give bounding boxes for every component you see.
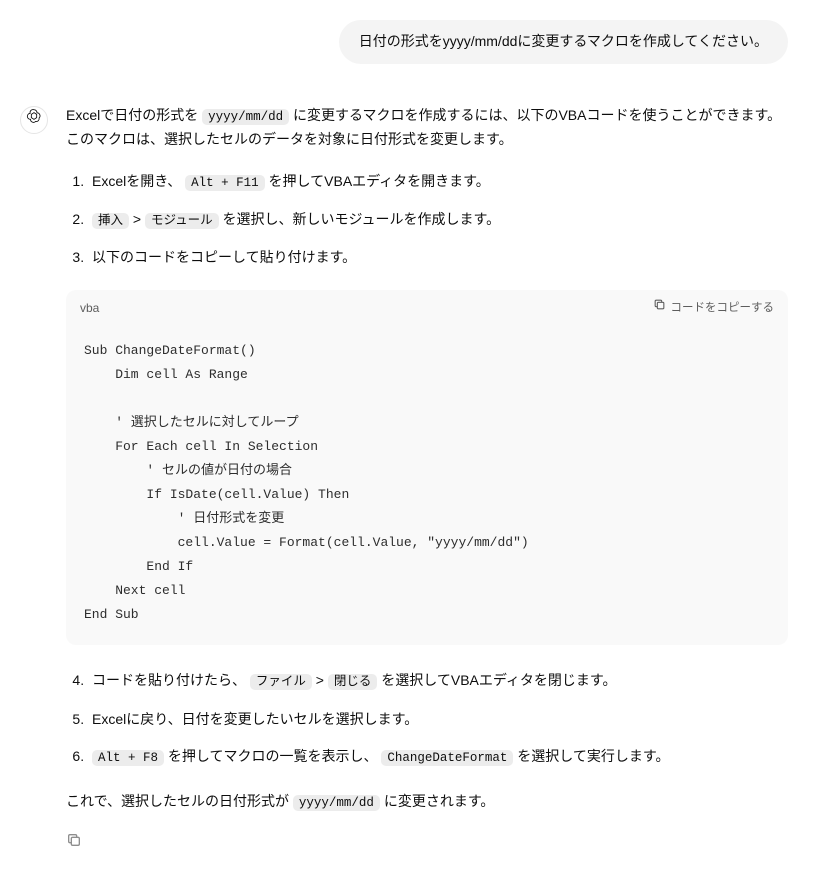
inline-code: 挿入 — [92, 213, 129, 229]
user-message-text: 日付の形式をyyyy/mm/ddに変更するマクロを作成してください。 — [359, 33, 768, 49]
list-item: 挿入 > モジュール を選択し、新しいモジュールを作成します。 — [88, 208, 788, 232]
text: を選択してVBAエディタを閉じます。 — [377, 672, 616, 688]
text: コードを貼り付けたら、 — [92, 672, 250, 688]
list-item: 以下のコードをコピーして貼り付けます。 — [88, 246, 788, 270]
text: Excelに戻り、日付を変更したいセルを選択します。 — [92, 711, 418, 727]
code-language-label: vba — [80, 298, 99, 318]
inline-code: 閉じる — [328, 674, 378, 690]
user-message-row: 日付の形式をyyyy/mm/ddに変更するマクロを作成してください。 — [15, 20, 798, 64]
intro-paragraph: Excelで日付の形式を yyyy/mm/dd に変更するマクロを作成するには、… — [66, 104, 788, 152]
text: 以下のコードをコピーして貼り付けます。 — [92, 249, 356, 265]
inline-code: yyyy/mm/dd — [293, 795, 380, 811]
text: Excelで日付の形式を — [66, 107, 202, 123]
text: を押してVBAエディタを開きます。 — [265, 173, 490, 189]
text: Excelを開き、 — [92, 173, 185, 189]
list-item: Excelを開き、 Alt + F11 を押してVBAエディタを開きます。 — [88, 170, 788, 194]
code-content[interactable]: Sub ChangeDateFormat() Dim cell As Range… — [66, 325, 788, 646]
text: > — [129, 211, 145, 227]
steps-list-bottom: コードを貼り付けたら、 ファイル > 閉じる を選択してVBAエディタを閉じます… — [66, 669, 788, 769]
text: これで、選択したセルの日付形式が — [66, 793, 293, 809]
inline-code: モジュール — [145, 213, 219, 229]
copy-label: コードをコピーする — [671, 299, 775, 319]
text: に変更されます。 — [380, 793, 495, 809]
copy-icon — [653, 298, 666, 319]
inline-code: ChangeDateFormat — [381, 750, 513, 766]
inline-code: Alt + F11 — [185, 175, 265, 191]
text: > — [312, 672, 328, 688]
code-header: vba コードをコピーする — [66, 290, 788, 325]
text: を押してマクロの一覧を表示し、 — [164, 748, 381, 764]
list-item: Alt + F8 を押してマクロの一覧を表示し、 ChangeDateForma… — [88, 745, 788, 769]
code-block: vba コードをコピーする Sub ChangeDateFormat() Dim… — [66, 290, 788, 645]
openai-logo-icon — [26, 108, 42, 132]
copy-icon — [66, 835, 82, 851]
steps-list-top: Excelを開き、 Alt + F11 を押してVBAエディタを開きます。 挿入… — [66, 170, 788, 270]
user-message-bubble: 日付の形式をyyyy/mm/ddに変更するマクロを作成してください。 — [339, 20, 788, 64]
assistant-content: Excelで日付の形式を yyyy/mm/dd に変更するマクロを作成するには、… — [66, 104, 798, 856]
list-item: Excelに戻り、日付を変更したいセルを選択します。 — [88, 708, 788, 732]
outro-paragraph: これで、選択したセルの日付形式が yyyy/mm/dd に変更されます。 — [66, 790, 788, 814]
inline-code: yyyy/mm/dd — [202, 109, 289, 125]
copy-response-button[interactable] — [66, 832, 788, 856]
assistant-row: Excelで日付の形式を yyyy/mm/dd に変更するマクロを作成するには、… — [15, 104, 798, 856]
assistant-avatar — [20, 106, 48, 134]
text: を選択し、新しいモジュールを作成します。 — [219, 211, 501, 227]
list-item: コードを貼り付けたら、 ファイル > 閉じる を選択してVBAエディタを閉じます… — [88, 669, 788, 693]
text: を選択して実行します。 — [513, 748, 669, 764]
inline-code: ファイル — [250, 674, 312, 690]
copy-code-button[interactable]: コードをコピーする — [653, 298, 775, 319]
inline-code: Alt + F8 — [92, 750, 164, 766]
